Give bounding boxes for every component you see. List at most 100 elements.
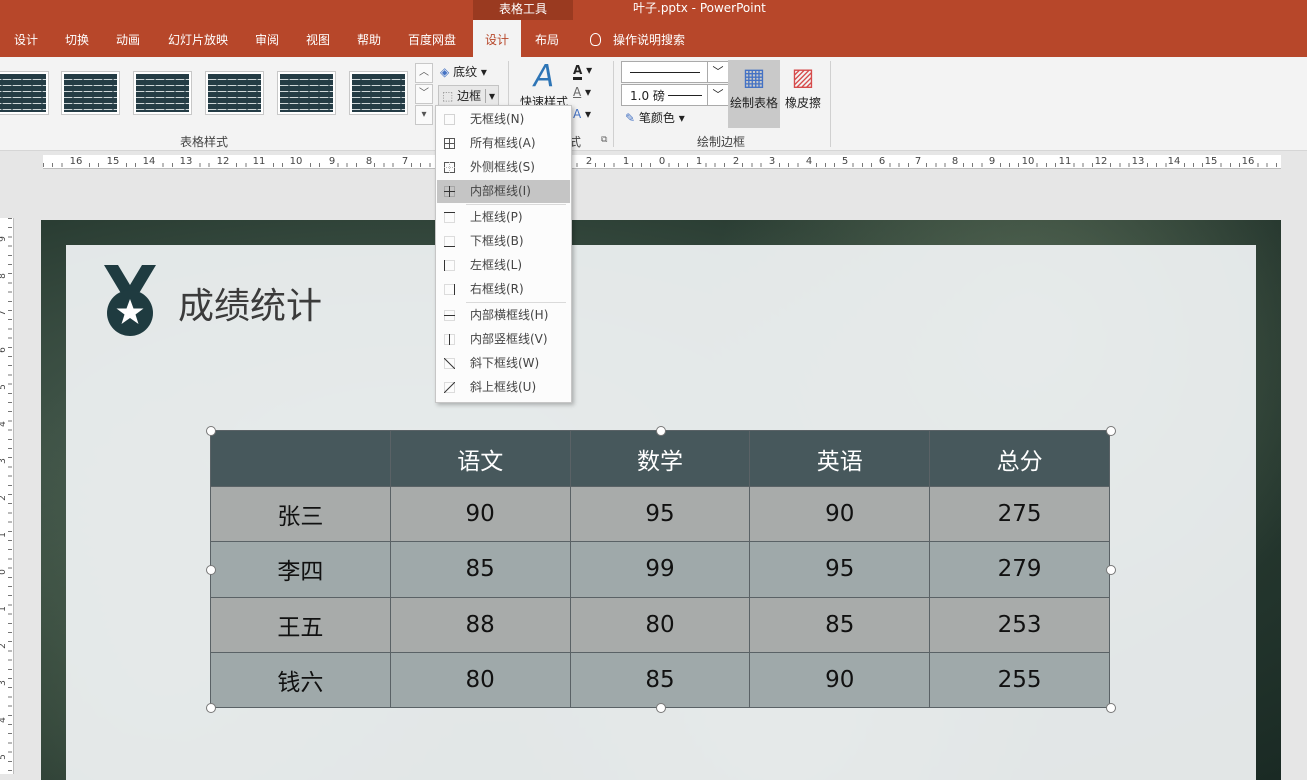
tab-animations[interactable]: 动画 bbox=[116, 20, 140, 57]
menu-item-diagonal-down-border[interactable]: 斜下框线(W) bbox=[437, 352, 570, 375]
ruler-number: 5 bbox=[0, 384, 8, 390]
ruler-number: 5 bbox=[0, 754, 8, 760]
table-style-option[interactable] bbox=[0, 71, 49, 115]
table-cell[interactable]: 90 bbox=[749, 651, 931, 709]
table-cell[interactable]: 90 bbox=[389, 485, 571, 543]
table-cell[interactable]: 张三 bbox=[210, 485, 391, 543]
table-header-cell[interactable]: 总分 bbox=[929, 430, 1110, 487]
table-style-option[interactable] bbox=[133, 71, 192, 115]
top-border-icon bbox=[444, 212, 455, 223]
tab-design[interactable]: 设计 bbox=[14, 20, 38, 57]
table-style-option[interactable] bbox=[205, 71, 264, 115]
table-style-option[interactable] bbox=[277, 71, 336, 115]
tab-slide-show[interactable]: 幻灯片放映 bbox=[168, 20, 228, 57]
resize-handle[interactable] bbox=[1106, 426, 1116, 436]
draw-table-button[interactable]: ▦ 绘制表格 bbox=[728, 60, 780, 128]
resize-handle[interactable] bbox=[656, 703, 666, 713]
wordart-a-icon: A bbox=[533, 59, 555, 94]
tab-baidu-netdisk[interactable]: 百度网盘 bbox=[408, 20, 456, 57]
ruler-number: 1 bbox=[0, 532, 8, 538]
eraser-label: 橡皮擦 bbox=[784, 96, 821, 110]
table-cell[interactable]: 80 bbox=[389, 651, 571, 709]
table-cell[interactable]: 88 bbox=[389, 596, 571, 653]
menu-item-all-borders[interactable]: 所有框线(A) bbox=[437, 132, 570, 155]
menu-item-right-border[interactable]: 右框线(R) bbox=[437, 278, 570, 301]
menu-item-inside-borders[interactable]: 内部框线(I) bbox=[437, 180, 570, 203]
gallery-up-arrow[interactable]: ︿ bbox=[415, 63, 433, 83]
table-style-option[interactable] bbox=[61, 71, 120, 115]
table-cell[interactable]: 255 bbox=[929, 651, 1110, 709]
slide-canvas[interactable]: 成绩统计 语文 数学 英语 总分 张三 90 95 90 275 李四 85 9… bbox=[41, 220, 1281, 780]
menu-item-left-border[interactable]: 左框线(L) bbox=[437, 254, 570, 277]
table-cell[interactable]: 99 bbox=[569, 541, 751, 598]
table-cell[interactable]: 王五 bbox=[210, 596, 391, 653]
gallery-more-arrow[interactable]: ▾ bbox=[415, 105, 433, 125]
table-cell[interactable]: 钱六 bbox=[210, 651, 391, 709]
resize-handle[interactable] bbox=[206, 565, 216, 575]
pen-style-select[interactable]: ﹀ bbox=[621, 61, 729, 83]
tab-review[interactable]: 审阅 bbox=[255, 20, 279, 57]
slide-title[interactable]: 成绩统计 bbox=[178, 277, 322, 329]
text-outline-button[interactable]: A ▾ bbox=[573, 85, 591, 99]
table-cell[interactable]: 85 bbox=[749, 596, 931, 653]
table-cell[interactable]: 80 bbox=[569, 596, 751, 653]
pen-color-button[interactable]: ✎ 笔颜色 ▾ bbox=[625, 109, 685, 126]
resize-handle[interactable] bbox=[206, 703, 216, 713]
resize-handle[interactable] bbox=[206, 426, 216, 436]
ruler-number: 2 bbox=[731, 155, 741, 168]
text-outline-icon: A bbox=[573, 85, 582, 99]
gallery-down-arrow[interactable]: ﹀ bbox=[415, 84, 433, 104]
resize-handle[interactable] bbox=[1106, 703, 1116, 713]
menu-item-inside-vertical-border[interactable]: 内部竖框线(V) bbox=[437, 328, 570, 351]
table-styles-group-label: 表格样式 bbox=[180, 135, 229, 149]
table-header-row: 语文 数学 英语 总分 bbox=[210, 430, 1110, 487]
text-effects-button[interactable]: A ▾ bbox=[573, 107, 591, 121]
menu-item-outside-borders[interactable]: 外侧框线(S) bbox=[437, 156, 570, 179]
text-fill-icon: A bbox=[573, 63, 583, 80]
borders-dropdown-arrow[interactable]: ▾ bbox=[485, 89, 496, 103]
tab-help[interactable]: 帮助 bbox=[357, 20, 381, 57]
table-header-cell[interactable] bbox=[210, 430, 391, 487]
table-cell[interactable]: 275 bbox=[929, 485, 1110, 543]
pen-weight-select[interactable]: 1.0 磅 ﹀ bbox=[621, 84, 729, 106]
resize-handle[interactable] bbox=[656, 426, 666, 436]
tell-me-search[interactable]: 操作说明搜索 bbox=[590, 20, 685, 57]
tab-table-layout[interactable]: 布局 bbox=[535, 20, 559, 57]
menu-item-inside-horizontal-border[interactable]: 内部横框线(H) bbox=[437, 304, 570, 327]
table-header-cell[interactable]: 语文 bbox=[389, 430, 571, 487]
menu-separator bbox=[466, 302, 566, 303]
table-cell[interactable]: 李四 bbox=[210, 541, 391, 598]
ruler-number: 0 bbox=[657, 155, 667, 168]
menu-item-bottom-border[interactable]: 下框线(B) bbox=[437, 230, 570, 253]
quick-styles-button[interactable]: A 快速样式 bbox=[520, 61, 568, 110]
right-border-icon bbox=[444, 284, 455, 295]
table-cell[interactable]: 90 bbox=[749, 485, 931, 543]
ruler-number: 3 bbox=[0, 458, 8, 464]
table-cell[interactable]: 253 bbox=[929, 596, 1110, 653]
ruler-number: 1 bbox=[694, 155, 704, 168]
shading-button[interactable]: ◈ 底纹 ▾ bbox=[440, 63, 487, 80]
table-cell[interactable]: 95 bbox=[749, 541, 931, 598]
menu-item-no-border[interactable]: 无框线(N) bbox=[437, 108, 570, 131]
tab-view[interactable]: 视图 bbox=[306, 20, 330, 57]
tab-transitions[interactable]: 切换 bbox=[65, 20, 89, 57]
table-cell[interactable]: 85 bbox=[389, 541, 571, 598]
score-table[interactable]: 语文 数学 英语 总分 张三 90 95 90 275 李四 85 99 95 … bbox=[210, 430, 1110, 709]
ruler-number: 4 bbox=[0, 421, 8, 427]
resize-handle[interactable] bbox=[1106, 565, 1116, 575]
table-style-option[interactable] bbox=[349, 71, 408, 115]
table-cell[interactable]: 279 bbox=[929, 541, 1110, 598]
menu-item-top-border[interactable]: 上框线(P) bbox=[437, 206, 570, 229]
text-fill-button[interactable]: A ▾ bbox=[573, 63, 592, 80]
menu-item-diagonal-up-border[interactable]: 斜上框线(U) bbox=[437, 376, 570, 399]
table-header-cell[interactable]: 英语 bbox=[749, 430, 931, 487]
table-cell[interactable]: 95 bbox=[569, 485, 751, 543]
eraser-button[interactable]: ▨ 橡皮擦 bbox=[783, 60, 823, 111]
dialog-launcher-icon[interactable]: ⧉ bbox=[601, 135, 607, 145]
ruler-number: 7 bbox=[0, 310, 8, 316]
table-cell[interactable]: 85 bbox=[569, 651, 751, 709]
table-header-cell[interactable]: 数学 bbox=[569, 430, 751, 487]
tab-table-design[interactable]: 设计 bbox=[473, 20, 522, 57]
ruler-number: 11 bbox=[1057, 155, 1073, 168]
borders-button[interactable]: ⬚ 边框 ▾ bbox=[438, 85, 500, 106]
